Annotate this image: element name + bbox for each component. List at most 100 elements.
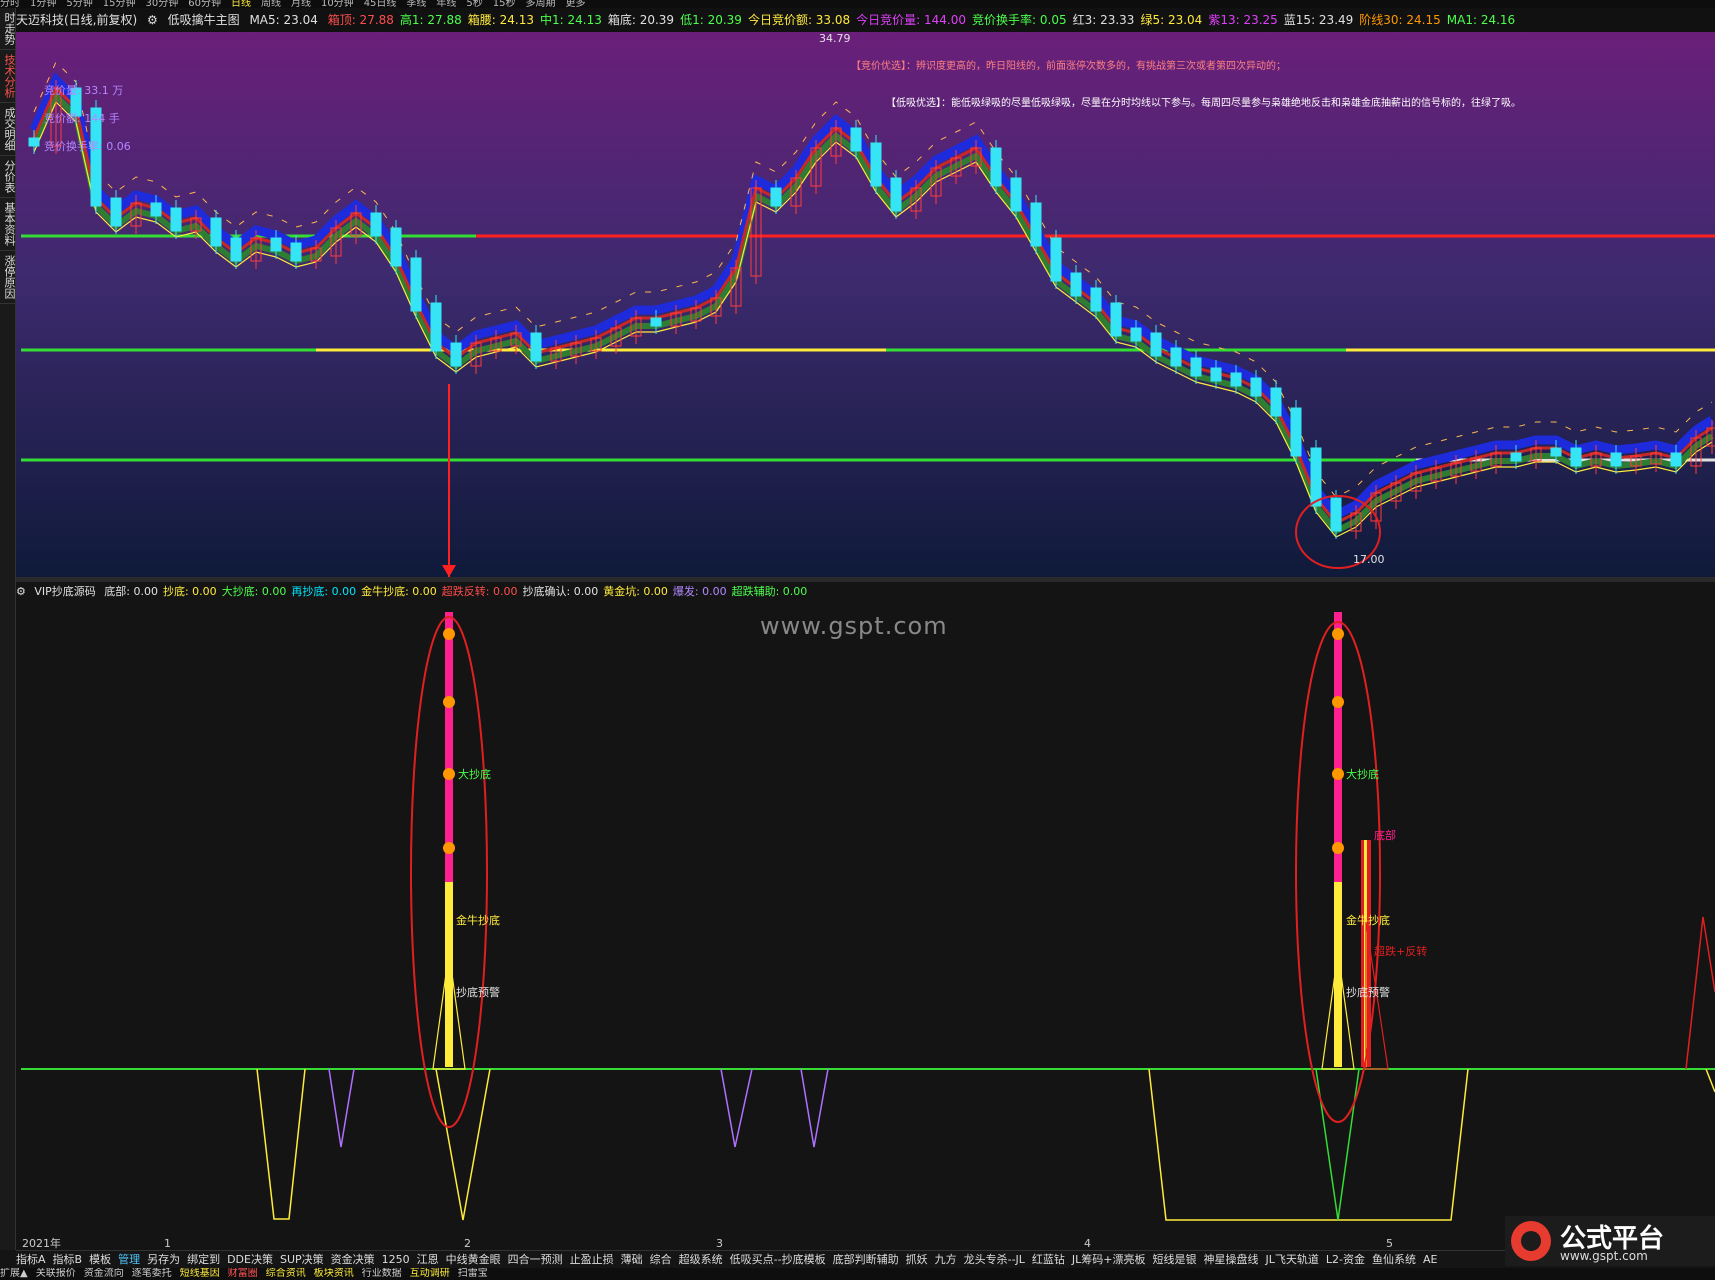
main-header-value: 竞价换手率: 0.05 (972, 13, 1067, 27)
indicator-tab[interactable]: 红蓝钻 (1032, 1253, 1065, 1266)
bid-tip: 【竞价优选】：辨识度更高的，昨日阳线的，前面涨停次数多的，有挑战第三次或者第四次… (851, 59, 1286, 72)
indicator-tab[interactable]: 中线黄金眼 (446, 1253, 501, 1266)
indicator-header-values: 底部: 0.00 抄底: 0.00 大抄底: 0.00 再抄底: 0.00 金牛抄底: … (104, 585, 812, 598)
indicator-tab[interactable]: 超级系统 (679, 1253, 723, 1266)
indicator-tab[interactable]: 指标B (53, 1253, 83, 1266)
indicator-tab[interactable]: 短线是银 (1153, 1253, 1197, 1266)
indicator-tab[interactable]: JL飞天轨道 (1266, 1253, 1319, 1266)
indicator-tab[interactable]: 指标A (16, 1253, 46, 1266)
indicator-tab[interactable]: 低吸买点--抄底模板 (730, 1253, 826, 1266)
golden-bull-label-2: 金牛抄底 (1346, 913, 1390, 927)
indicator-tab[interactable]: 绑定到 (187, 1253, 220, 1266)
status-tab[interactable]: 板块资讯 (314, 1268, 354, 1279)
main-header-value: 蓝15: 23.49 (1283, 13, 1354, 27)
indicator-tab[interactable]: SUP决策 (280, 1253, 324, 1266)
period-tab[interactable]: 月线 (291, 0, 311, 8)
indicator-tab[interactable]: 鱼仙系统 (1372, 1253, 1416, 1266)
status-tab[interactable]: 扩展▲ (0, 1268, 28, 1279)
left-tab[interactable]: 涨停原因 (0, 251, 16, 304)
status-tab[interactable]: 互动调研 (410, 1268, 450, 1279)
candle-body (1290, 407, 1302, 457)
indicator-tab[interactable]: 资金决策 (331, 1253, 375, 1266)
period-tab[interactable]: 15分钟 (103, 0, 136, 8)
indicator-chart[interactable]: 大抄底 金牛抄底 抄底预警 大抄底 底部 金牛抄底 超跌+反转 抄底预警 (16, 602, 1715, 1238)
left-tab[interactable]: 成交明细 (0, 103, 16, 156)
indicator-tab[interactable]: 综合 (650, 1253, 672, 1266)
left-tab[interactable]: 时走势 (0, 8, 16, 50)
left-tab[interactable]: 基本资料 (0, 198, 16, 251)
indicator-tab[interactable]: JL筹码+漂亮板 (1072, 1253, 1146, 1266)
logo-url: www.gspt.com (1560, 1249, 1648, 1263)
indicator-tab[interactable]: 龙头专杀--JL (964, 1253, 1025, 1266)
candle-body (150, 202, 162, 217)
candle-body (110, 197, 122, 227)
indicator-tab[interactable]: 四合一预测 (508, 1253, 563, 1266)
candle-body (290, 242, 302, 262)
status-tab[interactable]: 综合资讯 (266, 1268, 306, 1279)
period-tab[interactable]: 15秒 (493, 0, 516, 8)
indicator-tab[interactable]: 薄础 (621, 1253, 643, 1266)
status-tab[interactable]: 短线基因 (180, 1268, 220, 1279)
period-tab[interactable]: 10分钟 (321, 0, 354, 8)
indicator-tab[interactable]: 江恩 (417, 1253, 439, 1266)
indicator-tab[interactable]: AE (1423, 1253, 1437, 1266)
period-tab[interactable]: 45日线 (364, 0, 397, 8)
period-tab[interactable]: 日线 (231, 0, 251, 8)
indicator-tab[interactable]: 另存为 (147, 1253, 180, 1266)
period-tab[interactable]: 周线 (261, 0, 281, 8)
candle-body (1610, 452, 1622, 467)
candle-body (1130, 327, 1142, 342)
status-tab[interactable]: 逐笔委托 (132, 1268, 172, 1279)
left-tab[interactable]: 分价表 (0, 156, 16, 198)
main-header-value: 高1: 27.88 (399, 13, 462, 27)
period-tab[interactable]: 年线 (436, 0, 456, 8)
indicator-tab[interactable]: 止盈止损 (570, 1253, 614, 1266)
status-tab[interactable]: 关联报价 (36, 1268, 76, 1279)
indicator-gear-icon[interactable]: ⚙ (16, 585, 26, 598)
period-tab[interactable]: 5秒 (466, 0, 482, 8)
left-label-2: 竞价额: 144 手 (44, 111, 120, 125)
indicator-value: 抄底: 0.00 (162, 585, 217, 598)
period-tab[interactable]: 分时 (0, 0, 20, 8)
indicator-header: ⚙ VIP抄底源码 底部: 0.00 抄底: 0.00 大抄底: 0.00 再抄底: … (16, 582, 1715, 602)
indicator-tab[interactable]: 底部判断辅助 (833, 1253, 899, 1266)
candle-body (390, 227, 402, 267)
main-indicator-name[interactable]: 低吸擒牛主图 (168, 13, 240, 27)
settings-gear-icon[interactable]: ⚙ (147, 13, 158, 27)
main-kline-chart[interactable]: 34.79 17.00 【竞价优选】：辨识度更高的，昨日阳线的，前面涨停次数多的… (16, 32, 1715, 577)
status-tab[interactable]: 资金流向 (84, 1268, 124, 1279)
left-tab[interactable]: 技术分析 (0, 50, 16, 103)
period-tab[interactable]: 5分钟 (66, 0, 92, 8)
indicator-tab[interactable]: 抓妖 (906, 1253, 928, 1266)
main-header-value: 低1: 20.39 (680, 13, 742, 27)
indicator-tab[interactable]: 模板 (89, 1253, 111, 1266)
main-header-value: 绿5: 23.04 (1140, 13, 1203, 27)
indicator-tab[interactable]: DDE决策 (227, 1253, 273, 1266)
indicator-tab[interactable]: 神星操盘线 (1204, 1253, 1259, 1266)
period-tab[interactable]: 多周期 (526, 0, 556, 8)
candle-body (1510, 452, 1522, 462)
period-tab[interactable]: 季线 (406, 0, 426, 8)
indicator-tab[interactable]: 1250 (382, 1253, 410, 1266)
status-tab[interactable]: 行业数据 (362, 1268, 402, 1279)
candle-body (210, 217, 222, 247)
indicator-tab[interactable]: 九方 (935, 1253, 957, 1266)
status-tab-bar: 扩展▲ 关联报价 资金流向 逐笔委托 短线基因 财富圈 综合资讯 板块资讯 行业数据 互动调研 扫雷… (0, 1268, 1715, 1280)
indicator-tab[interactable]: L2-资金 (1326, 1253, 1365, 1266)
indicator-value: 爆发: 0.00 (672, 585, 727, 598)
candle-body (1190, 357, 1202, 377)
status-tab[interactable]: 财富圈 (228, 1268, 258, 1279)
period-tab[interactable]: 更多 (566, 0, 586, 8)
indicator-tab[interactable]: 管理 (118, 1253, 140, 1266)
candle-body (1250, 377, 1262, 397)
period-tab[interactable]: 60分钟 (188, 0, 221, 8)
candle-body (1030, 202, 1042, 247)
indicator-name[interactable]: VIP抄底源码 (34, 585, 95, 598)
period-tab[interactable]: 1分钟 (30, 0, 56, 8)
warning-label-1: 抄底预警 (456, 985, 500, 999)
candle-body (870, 142, 882, 187)
candle-body (1270, 387, 1282, 417)
status-tab[interactable]: 扫雷宝 (458, 1268, 488, 1279)
main-header-value: 阶线30: 24.15 (1359, 13, 1441, 27)
period-tab[interactable]: 30分钟 (145, 0, 178, 8)
